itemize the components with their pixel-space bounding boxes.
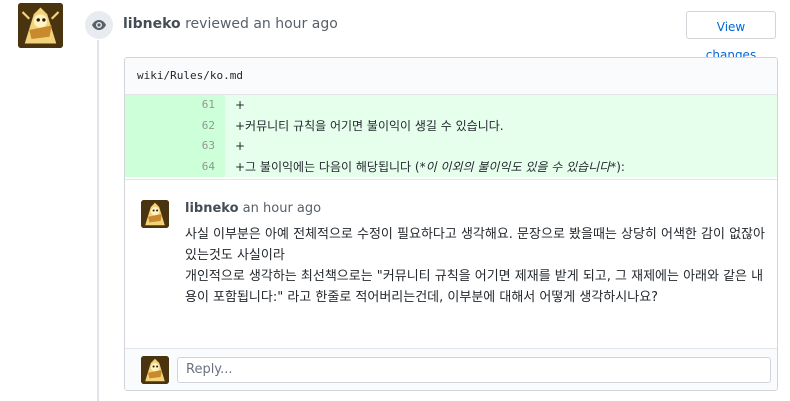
code-italic: *이 이외의 불이익도 있을 수 있습니다* — [419, 159, 617, 174]
review-summary: libneko reviewed an hour ago — [123, 16, 338, 32]
comment-paragraph: 사실 이부분은 아예 전체적으로 수정이 필요하다고 생각해요. 문장으로 봤을… — [185, 227, 765, 263]
code-line: + — [235, 98, 246, 112]
code-line: +그 불이익에는 다음이 해당됩니다 (*이 이외의 불이익도 있을 수 있습니… — [225, 157, 625, 178]
code-line: + — [235, 139, 246, 153]
code-suffix: ): — [616, 159, 625, 174]
reply-area: Reply... — [125, 348, 777, 390]
comment-body: 사실 이부분은 아예 전체적으로 수정이 필요하다고 생각해요. 문장으로 봤을… — [185, 224, 770, 308]
review-action-text: reviewed an hour ago — [185, 16, 338, 32]
review-header: libneko reviewed an hour ago View change… — [0, 0, 790, 62]
line-number[interactable]: 64 — [125, 156, 225, 177]
timeline-line — [97, 40, 99, 401]
comment-timestamp[interactable]: an hour ago — [243, 201, 321, 216]
code-prefix: +그 불이익에는 다음이 해당됩니다 ( — [235, 159, 420, 174]
eye-icon — [85, 11, 113, 39]
view-changes-button[interactable]: View changes — [686, 11, 776, 62]
reply-input[interactable]: Reply... — [177, 357, 771, 383]
diff-line: 63 + — [125, 136, 777, 157]
line-number[interactable]: 61 — [125, 95, 225, 116]
diff-line: 64 +그 불이익에는 다음이 해당됩니다 (*이 이외의 불이익도 있을 수 … — [125, 156, 777, 178]
diff-line: 62 +커뮤니티 규칙을 어기면 불이익이 생길 수 있습니다. — [125, 115, 777, 136]
avatar-image — [141, 200, 169, 228]
comment-avatar[interactable] — [141, 200, 169, 228]
file-path[interactable]: wiki/Rules/ko.md — [125, 58, 777, 95]
diff-line: 61 + — [125, 95, 777, 116]
review-author-link[interactable]: libneko — [123, 16, 181, 32]
comment-paragraph: 개인적으로 생각하는 최선책으로는 "커뮤니티 규칙을 어기면 제재를 받게 되… — [185, 269, 764, 305]
reply-avatar — [141, 356, 169, 384]
review-comment: libneko an hour ago 사실 이부분은 아예 전체적으로 수정이… — [125, 179, 777, 350]
avatar-image — [141, 356, 169, 384]
comment-header: libneko an hour ago — [185, 201, 321, 216]
code-line: +커뮤니티 규칙을 어기면 불이익이 생길 수 있습니다. — [235, 118, 504, 133]
review-file-box: wiki/Rules/ko.md 61 + 62 +커뮤니티 규칙을 어기면 불… — [124, 57, 778, 391]
line-number[interactable]: 63 — [125, 136, 225, 157]
comment-author-link[interactable]: libneko — [185, 201, 239, 216]
line-number[interactable]: 62 — [125, 115, 225, 136]
